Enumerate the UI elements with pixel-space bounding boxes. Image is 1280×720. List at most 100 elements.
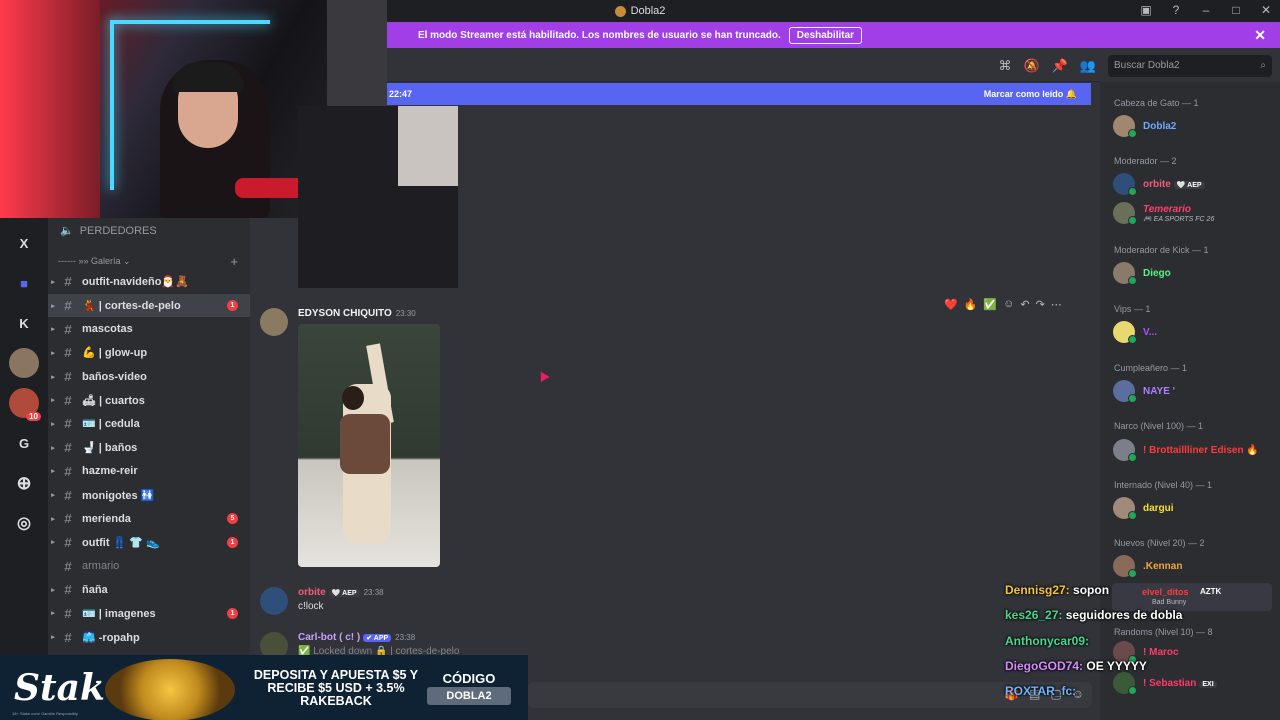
avatar[interactable] [260,308,288,336]
channel-item[interactable]: ▸ # merienda 5 [48,507,250,531]
member-item[interactable]: Diego [1113,262,1171,285]
member-group-header: Vips — 1 [1114,304,1151,314]
stream-chat-message: Dennisg27: sopon [1005,583,1110,597]
member-group-header: Narco (Nivel 100) — 1 [1114,421,1204,431]
reaction-heart[interactable]: ❤️ [944,298,958,311]
member-item[interactable]: NAYE ' [1113,380,1175,403]
message-text: c!lock [298,601,324,612]
reply-icon[interactable]: ↶ [1020,298,1029,311]
member-item[interactable]: Temerario 🎮 EA SPORTS FC 26 [1113,202,1214,225]
channel-item[interactable]: ▸ # 🚽 | baños [48,436,250,460]
folder-icon[interactable]: ■ [9,268,39,298]
notification-badge: 10 [26,412,41,421]
speaker-icon: 🔈 [60,225,74,237]
channel-item[interactable]: ▸ # 🩳 -ropahp [48,625,250,649]
server-x[interactable]: X [9,228,39,258]
message-author[interactable]: EDYSON CHIQUITO 23:30 [298,308,416,319]
avatar [1113,672,1137,695]
hash-icon: # [64,582,72,598]
help-icon[interactable]: ? [1168,3,1184,17]
search-input[interactable]: Buscar Dobla2 ⌕ [1108,55,1272,77]
chat-header: ⌘ 🔕 📌 👥 [387,48,1100,82]
maximize-button[interactable]: □ [1228,3,1244,17]
stream-chat-message: DiegoGOD74: OE YYYYY [1005,659,1147,673]
avatar [1113,321,1137,344]
minimize-button[interactable]: – [1198,3,1214,17]
member-group-header: Moderador de Kick — 1 [1114,245,1209,255]
channel-item-muted[interactable]: # armario [48,554,250,578]
notifications-icon[interactable]: 🔕 [1023,58,1039,74]
member-item[interactable]: dargui [1113,497,1174,520]
server-avatar[interactable] [9,348,39,378]
previous-image-attachment[interactable] [298,106,458,288]
channel-item[interactable]: ▸ # ñaña [48,578,250,602]
mouse-cursor [536,369,550,382]
channel-item[interactable]: ▸ # 🪪 | imagenes 1 [48,602,250,626]
channel-item[interactable]: ▸ # 🛋 | cuartos [48,388,250,412]
channel-item[interactable]: ▸ # outfit 👖 👕 👟 1 [48,531,250,555]
category-header[interactable]: 🔈 PERDEDORES [60,224,157,238]
member-item[interactable]: Dobla2 [1113,115,1176,138]
member-group-header: Randoms (Nivel 10) — 8 [1114,627,1213,637]
threads-icon[interactable]: ⌘ [998,58,1011,74]
role-tag: EXI [1199,680,1217,688]
channel-item[interactable]: ▸ # 💪 | glow-up [48,341,250,365]
server-icon [614,5,626,17]
channel-item[interactable]: ▸ # 🪪 | cedula [48,412,250,436]
server-k[interactable]: K [9,308,39,338]
add-channel-icon[interactable]: + [230,254,238,269]
avatar [1113,497,1137,520]
server-g[interactable]: G [9,428,39,458]
member-item[interactable]: ! Sebastian EXI [1113,672,1217,695]
hash-icon: # [64,440,72,456]
gallery-category[interactable]: ------ »» Galería ⌄ [58,256,131,267]
member-item[interactable]: .Kennan [1113,555,1182,578]
headphones [172,62,244,92]
avatar [1113,439,1137,462]
close-icon[interactable]: ✕ [1254,27,1266,44]
members-icon[interactable]: 👥 [1080,58,1096,74]
role-tag: 🤍 AEP [1173,180,1205,189]
avatar [1113,262,1137,285]
channel-item[interactable]: ▸ # baños-video [48,365,250,389]
message-author[interactable]: Carl-bot ( c! ) ✔ APP 23:38 [298,632,415,643]
reaction-check[interactable]: ✅ [983,298,997,311]
new-messages-bar[interactable]: 22:47 Marcar como leído 🔔 [387,83,1091,105]
message-author[interactable]: orbite 🤍 AEP 23:38 [298,587,384,598]
avatar [1113,380,1137,403]
hash-icon: # [64,534,72,550]
channel-item[interactable]: ▸ # mascotas [48,317,250,341]
member-item[interactable]: V... [1113,321,1157,344]
channel-item-active[interactable]: ▸ # 💃 | cortes-de-pelo 1 [48,293,250,318]
reaction-fire[interactable]: 🔥 [964,298,978,311]
inbox-icon[interactable]: ▣ [1138,3,1154,17]
image-attachment[interactable] [298,324,440,567]
more-icon[interactable]: ⋯ [1051,298,1062,311]
server-avatar-badge[interactable]: 10 [9,388,41,421]
add-reaction-icon[interactable]: ☺ [1003,298,1014,311]
channel-item[interactable]: ▸ # outfit-navideño🎅🧸 [48,270,250,294]
channel-item[interactable]: ▸ # hazme-reir [48,460,250,484]
mark-read-button[interactable]: Marcar como leído 🔔 [984,89,1077,100]
overlay-member-highlight: elvel_ditos AZTK Bad Bunny [1112,583,1272,611]
forward-icon[interactable]: ↷ [1036,298,1045,311]
member-item[interactable]: ! Brottaillliner Edisen 🔥 [1113,439,1259,462]
hash-icon: # [64,511,72,527]
message-reactions: ❤️ 🔥 ✅ ☺ ↶ ↷ ⋯ [944,298,1062,311]
discover-icon[interactable]: ◎ [9,508,39,538]
hash-icon: # [64,345,72,361]
message-time: 23:38 [363,588,384,597]
hash-icon: # [64,487,72,503]
unread-badge: 1 [227,536,238,548]
category-label: PERDEDORES [79,224,157,237]
member-item[interactable]: orbite 🤍 AEP [1113,173,1205,196]
avatar[interactable] [260,587,288,615]
hash-icon: # [64,629,72,645]
pin-icon[interactable]: 📌 [1052,58,1068,74]
close-window-button[interactable]: ✕ [1258,3,1274,17]
channel-item[interactable]: ▸ # monigotes 🚻 [48,483,250,507]
add-server-icon[interactable]: ⊕ [9,468,39,498]
hash-icon: # [64,605,72,621]
member-group-header: Nuevos (Nivel 20) — 2 [1114,538,1205,548]
disable-streamer-button[interactable]: Deshabilitar [788,26,863,44]
